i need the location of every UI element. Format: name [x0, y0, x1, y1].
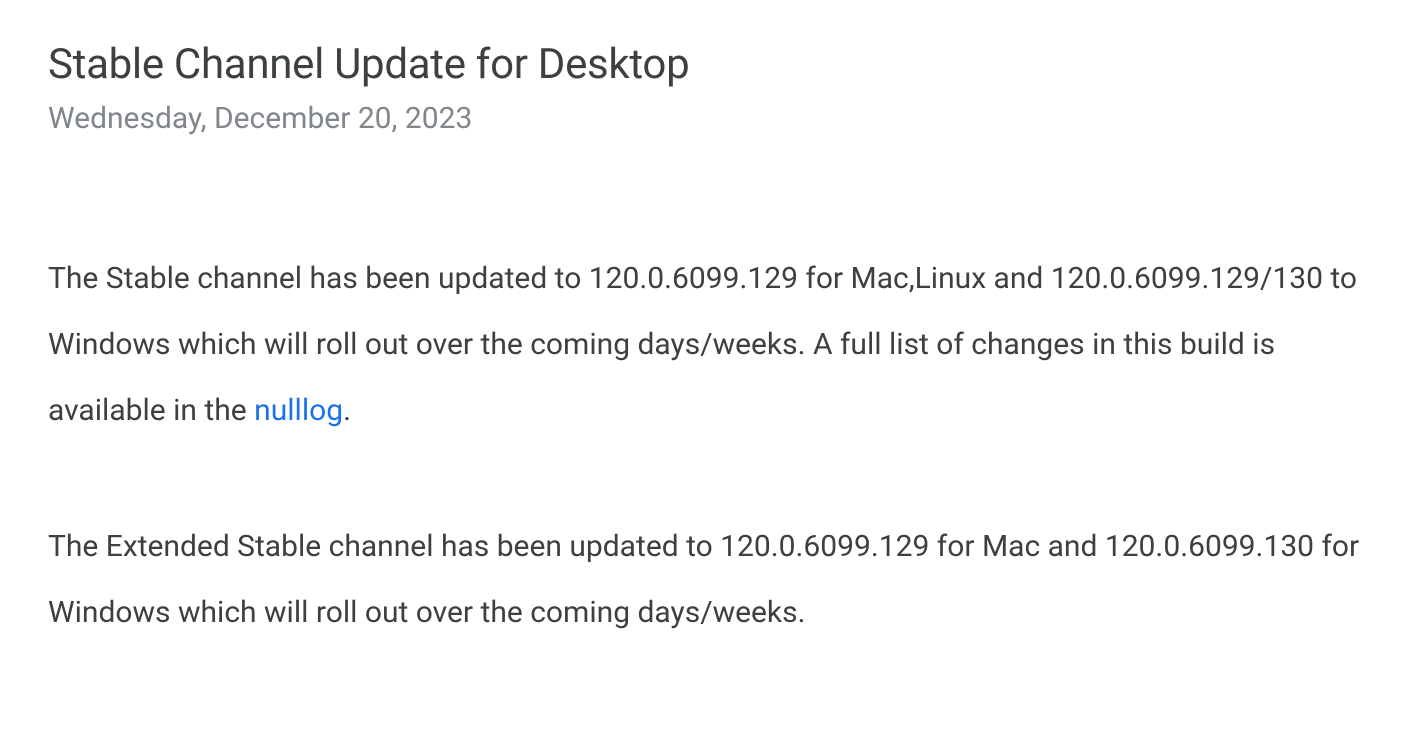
paragraph-text: The Stable channel has been updated to 1… [48, 261, 1357, 428]
post-date: Wednesday, December 20, 2023 [48, 101, 1368, 136]
post-title: Stable Channel Update for Desktop [48, 40, 1368, 89]
log-link[interactable]: nulllog [254, 393, 343, 428]
post-paragraph-1: The Stable channel has been updated to 1… [48, 246, 1368, 444]
paragraph-text-after: . [343, 393, 351, 428]
post-paragraph-2: The Extended Stable channel has been upd… [48, 514, 1368, 646]
